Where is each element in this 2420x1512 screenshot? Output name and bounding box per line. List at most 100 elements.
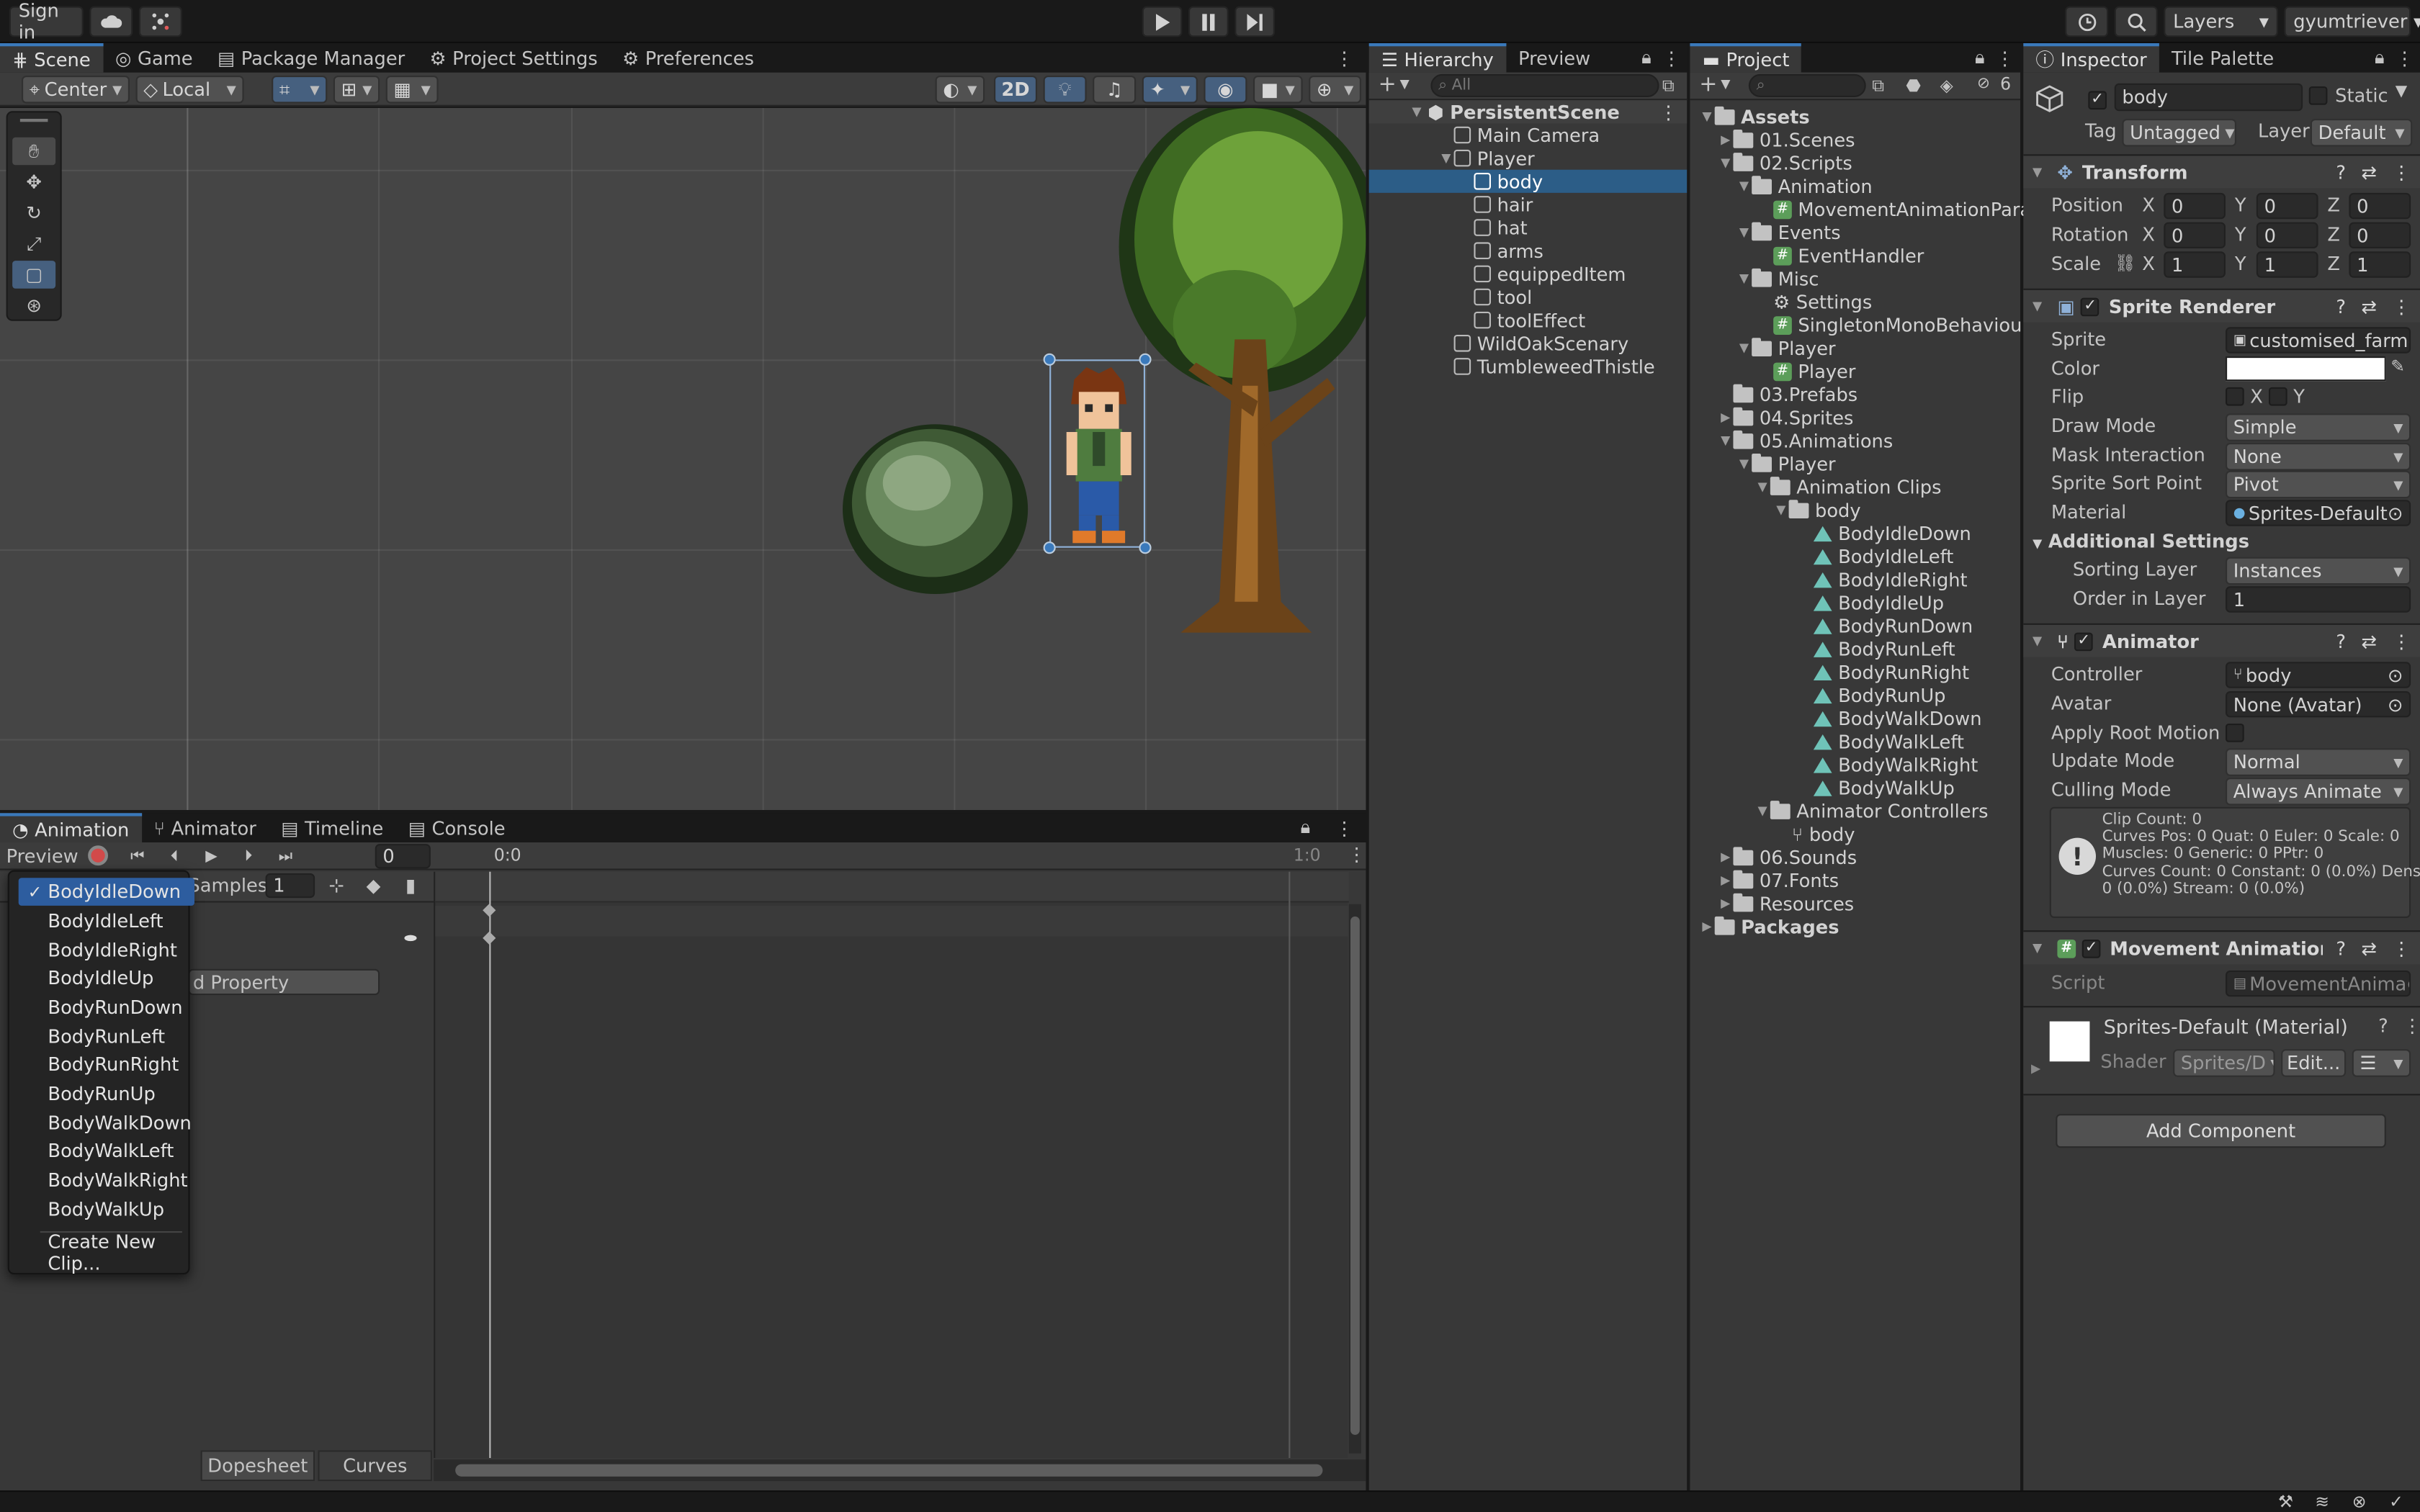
hierarchy-item[interactable]: Main Camera (1369, 123, 1687, 146)
animator-header[interactable]: ▼ ⑂ ✓ Animator ? ⇄ ⋮ (2023, 623, 2420, 657)
object-picker-icon[interactable]: ⊙ (2388, 503, 2403, 524)
bush-sprite[interactable] (840, 413, 1031, 598)
chevron-right-icon[interactable]: ▶ (2031, 1061, 2040, 1075)
hierarchy-item[interactable]: hair (1369, 193, 1687, 216)
additional-settings-foldout[interactable]: ▼ Additional Settings (2033, 531, 2249, 552)
tab-scene[interactable]: ⋕ Scene (0, 43, 103, 73)
tab-preferences[interactable]: ⚙ Preferences (610, 43, 766, 73)
more-menu-icon[interactable]: ⋮ (2392, 295, 2411, 317)
active-checkbox[interactable]: ✓ (2088, 86, 2107, 109)
tab-dopesheet[interactable]: Dopesheet (200, 1450, 315, 1482)
add-icon[interactable]: + (1379, 73, 1397, 97)
sprite-renderer-header[interactable]: ▼ ▣ ✓ Sprite Renderer ? ⇄ ⋮ (2023, 288, 2420, 323)
project-folder[interactable]: ▼ 05.Animations (1690, 429, 2020, 452)
tab-inspector[interactable]: ⓘ Inspector (2023, 43, 2159, 73)
clip-option[interactable]: ✓ BodyIdleDown (18, 878, 195, 906)
more-menu-icon[interactable]: ⋮ (2389, 43, 2420, 73)
rect-tool-icon[interactable]: ▢ (12, 261, 56, 289)
preset-icon[interactable]: ⇄ (2361, 937, 2377, 959)
hierarchy-item[interactable]: ▼ Player (1369, 147, 1687, 170)
clip-option[interactable]: BodyWalkRight (19, 1166, 194, 1194)
more-menu-icon[interactable]: ⋮ (2392, 630, 2411, 652)
resize-handle[interactable] (1043, 541, 1056, 554)
hierarchy-search-input[interactable]: ⌕ All (1430, 73, 1659, 97)
preset-icon[interactable]: ⇄ (2361, 161, 2377, 183)
animation-clip-asset[interactable]: BodyWalkLeft (1690, 730, 2020, 753)
enabled-checkbox[interactable]: ✓ (2081, 938, 2101, 958)
position-x-field[interactable]: 0 (2164, 192, 2226, 220)
avatar-field[interactable]: None (Avatar) ⊙ (2226, 691, 2411, 718)
name-field[interactable]: body (2114, 83, 2303, 112)
search-button[interactable] (2114, 6, 2158, 37)
tab-animation[interactable]: ◔ Animation (0, 813, 142, 842)
pivot-dropdown[interactable]: ⌖ Center ▼ (22, 76, 130, 104)
tab-project-settings[interactable]: ⚙ Project Settings (417, 43, 610, 73)
clip-option[interactable]: BodyRunDown (19, 994, 194, 1022)
help-icon[interactable]: ? (2378, 1015, 2388, 1037)
resize-handle[interactable] (1139, 353, 1152, 366)
project-folder[interactable]: ▼ body (1690, 498, 2020, 521)
scene-viewport[interactable]: ✋︎ ✥ ↻ ⤢ ▢ ⊛ (0, 108, 1366, 810)
preview-button[interactable]: Preview (6, 845, 79, 867)
animation-clip-asset[interactable]: BodyRunLeft (1690, 637, 2020, 660)
hierarchy-item-selected[interactable]: body (1368, 169, 1688, 193)
project-folder[interactable]: ▼ 02.Scripts (1690, 151, 2020, 174)
help-icon[interactable]: ? (2336, 161, 2346, 183)
tab-tile-palette[interactable]: Tile Palette (2159, 43, 2287, 73)
help-icon[interactable]: ? (2336, 295, 2346, 317)
debug-icon[interactable]: ⚒ (2278, 1492, 2293, 1512)
collab-button[interactable] (138, 6, 182, 37)
movement-animation-header[interactable]: ▼ # ✓ Movement Animation Para ? ⇄ ⋮ (2023, 930, 2420, 965)
animation-clip-asset[interactable]: BodyIdleRight (1690, 568, 2020, 591)
clip-option[interactable]: BodyWalkUp (19, 1196, 194, 1224)
project-folder[interactable]: ▼ Player (1690, 336, 2020, 359)
sort-point-dropdown[interactable]: Pivot ▼ (2226, 470, 2411, 499)
scale-x-axis-label[interactable]: X (2142, 253, 2155, 274)
play-icon[interactable]: ▶ (197, 844, 225, 868)
rotation-x-axis-label[interactable]: X (2142, 224, 2155, 246)
horizontal-scrollbar[interactable] (434, 1459, 1366, 1482)
effects-dropdown[interactable]: ✦ ▼ (1142, 76, 1198, 104)
rotation-y-field[interactable]: 0 (2256, 222, 2318, 248)
resize-handle[interactable] (1139, 541, 1152, 554)
step-button[interactable] (1234, 6, 1275, 37)
clip-option[interactable]: BodyRunLeft (19, 1023, 194, 1051)
animation-clip-asset[interactable]: BodyRunRight (1690, 660, 2020, 683)
project-folder[interactable]: ▼ Animation (1690, 174, 2020, 197)
shader-options-dropdown[interactable]: ☰ ▼ (2352, 1049, 2411, 1077)
lighting-toggle[interactable]: 💡︎ (1043, 76, 1087, 104)
project-folder[interactable]: ▼ Player (1690, 452, 2020, 475)
preset-icon[interactable]: ⇄ (2361, 630, 2377, 652)
first-key-icon[interactable]: ⏮ (123, 844, 151, 868)
sprite-field[interactable]: ▣customised_farme⊙ (2226, 327, 2411, 354)
lock-icon[interactable]: 🔒︎ (2370, 43, 2390, 73)
flip-y-checkbox[interactable] (2269, 387, 2287, 410)
apply-root-motion-checkbox[interactable] (2226, 723, 2244, 747)
animation-clip-asset[interactable]: BodyIdleUp (1690, 591, 2020, 614)
more-menu-icon[interactable]: ⋮ (2392, 161, 2411, 183)
search-by-label-icon[interactable]: ⬣ (1906, 76, 1921, 96)
scrollbar-thumb[interactable] (455, 1464, 1323, 1477)
project-folder[interactable]: ▼ Animation Clips (1690, 475, 2020, 498)
scale-y-field[interactable]: 1 (2256, 251, 2318, 278)
cloud-button[interactable] (89, 6, 133, 37)
rotation-z-field[interactable]: 0 (2349, 222, 2411, 248)
check-circle-icon[interactable]: ✓ (2389, 1492, 2403, 1512)
samples-field[interactable]: 1 (265, 873, 315, 899)
draw-mode-dropdown[interactable]: Simple ▼ (2226, 413, 2411, 441)
project-asset[interactable]: # MovementAnimationParam (1690, 197, 2049, 220)
transform-header[interactable]: ▼ ✥ Transform ? ⇄ ⋮ (2023, 154, 2420, 189)
order-in-layer-field[interactable]: 1 (2226, 586, 2411, 613)
tab-animator[interactable]: ⑂ Animator (141, 813, 269, 842)
position-z-axis-label[interactable]: Z (2327, 194, 2340, 216)
scale-z-axis-label[interactable]: Z (2327, 253, 2340, 274)
tab-timeline[interactable]: ▤ Timeline (269, 813, 396, 842)
cache-icon[interactable]: ≋ (2315, 1492, 2329, 1512)
project-folder[interactable]: 03.Prefabs (1690, 382, 2020, 405)
next-key-icon[interactable]: ⏵ (235, 844, 263, 868)
animation-clip-asset[interactable]: BodyWalkRight (1690, 753, 2020, 776)
culling-mode-dropdown[interactable]: Always Animate ▼ (2226, 778, 2411, 806)
color-swatch[interactable] (2226, 356, 2386, 382)
hand-tool-icon[interactable]: ✋︎ (12, 137, 56, 166)
project-folder[interactable]: ▶ 06.Sounds (1690, 845, 2020, 868)
